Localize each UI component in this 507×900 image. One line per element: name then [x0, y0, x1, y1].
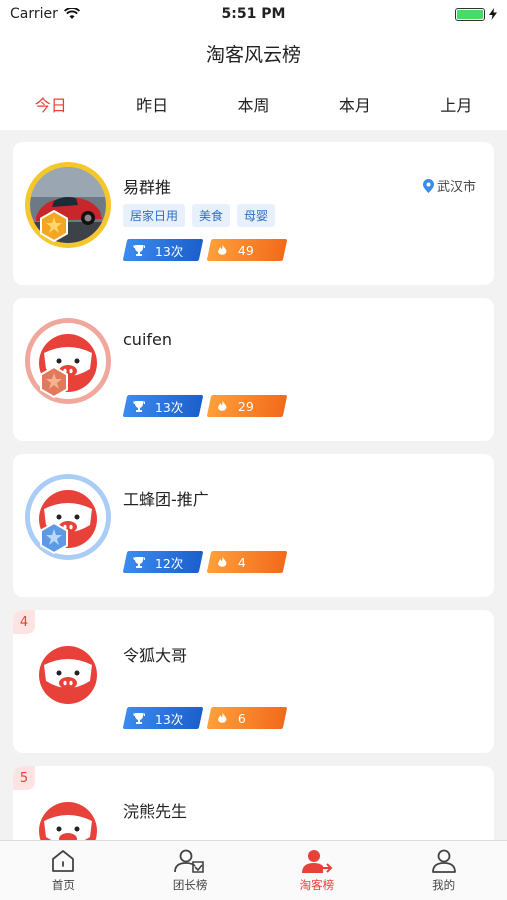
ranking-card[interactable]: 工蜂团-推广 12次 4 — [13, 454, 494, 597]
heat-value: 29 — [238, 398, 254, 414]
tag-list: 居家日用 美食 母婴 — [123, 204, 276, 227]
fire-icon — [218, 556, 227, 567]
silver-medal-icon — [40, 522, 68, 554]
tabbar-label: 我的 — [432, 878, 456, 892]
user-name: 令狐大哥 — [123, 646, 188, 665]
times-badge: 13次 — [122, 395, 204, 417]
taoke-rank-icon — [301, 850, 333, 873]
times-badge: 12次 — [122, 551, 204, 573]
heat-value: 6 — [238, 710, 246, 726]
stats: 13次 6 — [122, 707, 288, 729]
ranking-card[interactable]: cuifen 13次 29 — [13, 298, 494, 441]
stats: 12次 4 — [122, 551, 288, 573]
nav-bar: 淘客风云榜 — [0, 28, 507, 78]
heat-value: 49 — [238, 242, 254, 258]
tab-last-month[interactable]: 上月 — [406, 92, 507, 116]
pig-avatar-icon — [30, 791, 106, 840]
tabbar-profile[interactable]: 我的 — [380, 841, 507, 900]
profile-icon — [431, 849, 456, 873]
user-name: 易群推 — [123, 178, 172, 197]
ranking-card[interactable]: 4 令狐大哥 13次 6 — [13, 610, 494, 753]
status-bar: Carrier 5:51 PM — [0, 0, 507, 28]
tabbar-label: 淘客榜 — [299, 878, 335, 892]
bronze-medal-icon — [40, 366, 68, 398]
period-tabs: 今日 昨日 本周 本月 上月 — [0, 78, 507, 130]
tabbar-label: 团长榜 — [172, 878, 208, 892]
fire-icon — [218, 244, 227, 255]
location-pin-icon — [422, 178, 434, 193]
fire-icon — [218, 400, 227, 411]
tab-today[interactable]: 今日 — [0, 92, 101, 116]
times-value: 13次 — [155, 243, 184, 259]
heat-badge: 29 — [206, 395, 288, 417]
location: 武汉市 — [422, 176, 476, 195]
fire-icon — [218, 712, 227, 723]
stats: 13次 49 — [122, 239, 288, 261]
avatar-wrap — [25, 786, 111, 840]
clock: 5:51 PM — [221, 6, 286, 22]
pig-avatar-icon — [30, 635, 106, 711]
home-icon — [52, 850, 75, 872]
tabbar-leader-rank[interactable]: 团长榜 — [127, 841, 254, 900]
avatar — [30, 635, 106, 711]
tag: 居家日用 — [123, 204, 186, 227]
heat-badge: 6 — [206, 707, 288, 729]
stats: 13次 29 — [122, 395, 288, 417]
heat-badge: 4 — [206, 551, 288, 573]
carrier-label: Carrier — [10, 6, 58, 22]
page-title: 淘客风云榜 — [205, 43, 301, 66]
trophy-icon — [133, 557, 145, 568]
times-value: 12次 — [155, 555, 184, 571]
user-name: cuifen — [123, 330, 172, 349]
bottom-tab-bar: 首页 团长榜 淘客榜 我的 — [0, 840, 507, 900]
avatar — [30, 791, 106, 840]
gold-medal-icon — [40, 210, 68, 242]
tabbar-home[interactable]: 首页 — [0, 841, 127, 900]
tabbar-label: 首页 — [51, 878, 75, 892]
rank-number: 4 — [13, 610, 35, 634]
location-text: 武汉市 — [436, 180, 476, 195]
trophy-icon — [133, 245, 145, 256]
tag: 美食 — [192, 204, 231, 227]
ranking-list[interactable]: 易群推 武汉市 居家日用 美食 母婴 13次 49 cuifen 13次 29 … — [0, 130, 507, 840]
user-name: 浣熊先生 — [123, 802, 188, 821]
rank-number: 5 — [13, 766, 35, 790]
ranking-card[interactable]: 5 浣熊先生 — [13, 766, 494, 840]
ranking-card[interactable]: 易群推 武汉市 居家日用 美食 母婴 13次 49 — [13, 142, 494, 285]
avatar-wrap — [25, 630, 111, 716]
trophy-icon — [133, 401, 145, 412]
wifi-icon — [63, 8, 80, 19]
times-badge: 13次 — [122, 239, 204, 261]
battery-icon — [455, 7, 485, 21]
tag: 母婴 — [237, 204, 276, 227]
heat-value: 4 — [238, 554, 246, 570]
leader-rank-icon — [174, 849, 204, 873]
user-name: 工蜂团-推广 — [123, 490, 209, 509]
times-value: 13次 — [155, 711, 184, 727]
tab-yesterday[interactable]: 昨日 — [101, 92, 202, 116]
tab-this-month[interactable]: 本月 — [304, 92, 405, 116]
charging-icon — [489, 8, 497, 20]
times-badge: 13次 — [122, 707, 204, 729]
tab-this-week[interactable]: 本周 — [203, 92, 304, 116]
heat-badge: 49 — [206, 239, 288, 261]
times-value: 13次 — [155, 399, 184, 415]
tabbar-taoke-rank[interactable]: 淘客榜 — [254, 841, 381, 900]
trophy-icon — [133, 713, 145, 724]
